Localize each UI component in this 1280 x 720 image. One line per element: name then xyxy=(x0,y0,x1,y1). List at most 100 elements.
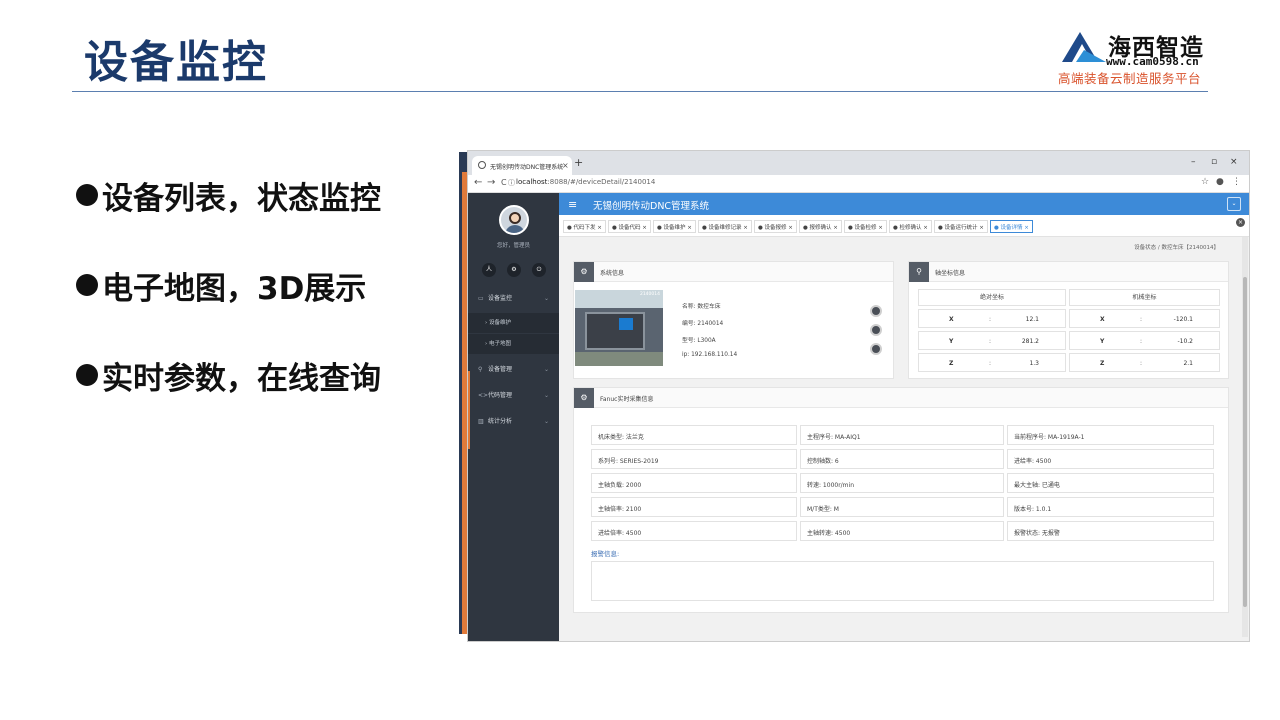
gear-icon[interactable]: ⚙ xyxy=(507,263,521,277)
maximize-button[interactable]: ▫ xyxy=(1211,157,1217,167)
mech-coord-z: Z:2.1 xyxy=(1069,353,1220,372)
user-icon[interactable]: 人 xyxy=(482,263,496,277)
photo-machine xyxy=(585,312,645,350)
sidebar-item-label: 统计分析 xyxy=(488,418,513,425)
avatar-head-icon xyxy=(509,212,521,224)
alarm-info-label: 报警信息: xyxy=(591,550,620,558)
app-screenshot: 无锡创明传动DNC管理系统 × + – ▫ × ← → C ⓘ localhos… xyxy=(467,150,1250,642)
gear-icon: ⚙ xyxy=(574,388,594,408)
close-window-button[interactable]: × xyxy=(1230,157,1238,167)
sidebar-item-code-management[interactable]: <>代码管理 ⌄ xyxy=(468,384,559,408)
new-tab-button[interactable]: + xyxy=(574,156,583,169)
address-bar: ← → C ⓘ localhost:8088/#/deviceDetail/21… xyxy=(468,175,1249,193)
power-icon[interactable]: ⏻ xyxy=(532,263,546,277)
hamburger-menu-icon[interactable]: ≡ xyxy=(568,198,577,211)
user-greeting: 您好，管理员 xyxy=(496,243,530,249)
tab-run-statistics[interactable]: ● 设备运行统计 × xyxy=(934,220,988,233)
field-machine-type: 机床类型: 法兰克 xyxy=(591,425,797,445)
field-feed-override: 进给倍率: 4500 xyxy=(591,521,797,541)
sidebar-subitem-device-maintenance[interactable]: › 设备维护 xyxy=(468,313,559,333)
app-header: ≡ 无锡创明传动DNC管理系统 ⌄ xyxy=(559,193,1249,215)
mech-coord-y: Y: -10.2 xyxy=(1069,331,1220,350)
sidebar-subitem-electronic-map[interactable]: › 电子地图 xyxy=(468,334,559,354)
chevron-down-icon: ⌄ xyxy=(543,366,549,373)
bookmark-star-icon[interactable]: ☆ xyxy=(1201,177,1209,187)
minimize-button[interactable]: – xyxy=(1191,157,1196,167)
browser-tab[interactable]: 无锡创明传动DNC管理系统 × xyxy=(472,156,572,175)
info-ip: ip: 192.168.110.14 xyxy=(682,352,738,358)
code-icon: <> xyxy=(478,392,489,399)
panel-title: Fanuc实时采集信息 xyxy=(600,396,654,403)
panel-title: 轴坐标信息 xyxy=(935,270,966,277)
monitor-icon: ▭ xyxy=(478,295,484,302)
logo-url: www.cam0598.cn xyxy=(1106,55,1199,68)
globe-icon xyxy=(478,161,486,169)
tab-device-inspection[interactable]: ● 设备检修 × xyxy=(844,220,887,233)
tab-device-detail[interactable]: ● 设备详情 × xyxy=(990,220,1033,233)
field-feed-rate: 进给率: 4500 xyxy=(1007,449,1214,469)
reload-button[interactable]: C xyxy=(501,178,507,187)
logo-tagline: 高端装备云制造服务平台 xyxy=(1058,71,1202,86)
tab-code-dispatch[interactable]: ● 代码下发 × xyxy=(563,220,606,233)
field-series: 系列号: SERIES-2019 xyxy=(591,449,797,469)
avatar-body-icon xyxy=(505,225,525,233)
close-all-tabs-icon[interactable]: × xyxy=(1236,218,1245,227)
gear-icon: ⚙ xyxy=(574,262,594,282)
info-name: 名称: 数控车床 xyxy=(682,304,721,310)
tab-close-icon[interactable]: × xyxy=(562,161,569,170)
sidebar-quick-icons: 人 ⚙ ⏻ xyxy=(482,263,546,277)
avatar[interactable] xyxy=(499,205,529,235)
bullet-list: 设备列表，状态监控 电子地图，3D展示 实时参数，在线查询 xyxy=(76,170,381,440)
photo-screen xyxy=(619,318,633,330)
sidebar-item-device-management[interactable]: ⚲ 设备管理 ⌄ xyxy=(468,358,559,382)
tab-inspection-confirm[interactable]: ● 检修确认 × xyxy=(889,220,932,233)
tab-device-code[interactable]: ● 设备代码 × xyxy=(608,220,651,233)
field-speed: 转速: 1000r/min xyxy=(800,473,1004,493)
scrollbar-thumb[interactable] xyxy=(1243,277,1247,607)
url-path: :8088/#/deviceDetail/2140014 xyxy=(547,178,656,186)
chevron-down-icon: ⌄ xyxy=(543,295,549,302)
sidebar-item-statistics[interactable]: ▥ 统计分析 ⌄ xyxy=(468,410,559,434)
info-number: 编号: 2140014 xyxy=(682,321,724,327)
chevron-down-icon: ⌄ xyxy=(543,418,549,425)
breadcrumb: 设备状态 / 数控车床【2140014】 xyxy=(1134,245,1219,251)
field-spindle-override: 主轴倍率: 2100 xyxy=(591,497,797,517)
action-button[interactable] xyxy=(870,324,882,336)
system-info-panel: ⚙ 系统信息 2140014 名称: 数控车床 编号: 2140014 型号: … xyxy=(573,261,894,379)
back-button[interactable]: ← xyxy=(474,177,482,188)
sidebar-item-label: 设备管理 xyxy=(488,366,513,373)
field-axis-count: 控制轴数: 6 xyxy=(800,449,1004,469)
url-host: localhost xyxy=(516,178,548,186)
sidebar-accent xyxy=(468,371,470,449)
panel-header: ⚙ 系统信息 xyxy=(574,262,893,282)
tab-device-maintenance[interactable]: ● 设备维护 × xyxy=(653,220,696,233)
profile-icon[interactable]: ● xyxy=(1216,177,1224,187)
url-input[interactable]: localhost:8088/#/deviceDetail/2140014 xyxy=(516,178,655,186)
chevron-down-icon: ⌄ xyxy=(543,392,549,399)
mech-coord-x: X: -120.1 xyxy=(1069,309,1220,328)
browser-menu-icon[interactable]: ⋮ xyxy=(1232,177,1241,187)
logo-mark-icon xyxy=(1062,32,1106,62)
site-info-icon[interactable]: ⓘ xyxy=(508,178,515,188)
alarm-info-box xyxy=(591,561,1214,601)
forward-button[interactable]: → xyxy=(487,177,495,188)
panel-header: ⚙ Fanuc实时采集信息 xyxy=(574,388,1228,408)
sidebar-item-device-monitor[interactable]: ▭ 设备监控 ⌄ xyxy=(468,287,559,311)
tab-repair-confirm[interactable]: ● 报修确认 × xyxy=(799,220,842,233)
field-spindle-speed: 主轴转速: 4500 xyxy=(800,521,1004,541)
browser-tabstrip: 无锡创明传动DNC管理系统 × + – ▫ × xyxy=(468,151,1249,175)
field-version: 版本号: 1.0.1 xyxy=(1007,497,1214,517)
bullet-item: 实时参数，在线查询 xyxy=(76,350,381,400)
field-spindle-load: 主轴负载: 2000 xyxy=(591,473,797,493)
vertical-scrollbar[interactable] xyxy=(1242,237,1248,637)
tab-repair-records[interactable]: ● 设备维修记录 × xyxy=(698,220,752,233)
panel-title: 系统信息 xyxy=(600,270,625,277)
action-button[interactable] xyxy=(870,305,882,317)
bullet-text: 实时参数，在线查询 xyxy=(102,360,381,397)
tab-device-repair[interactable]: ● 设备报修 × xyxy=(754,220,797,233)
title-divider xyxy=(72,91,1208,92)
location-pin-icon: ⚲ xyxy=(909,262,929,282)
action-button[interactable] xyxy=(870,343,882,355)
bullet-text: 电子地图，3D展示 xyxy=(102,270,367,307)
header-dropdown-button[interactable]: ⌄ xyxy=(1227,197,1241,211)
